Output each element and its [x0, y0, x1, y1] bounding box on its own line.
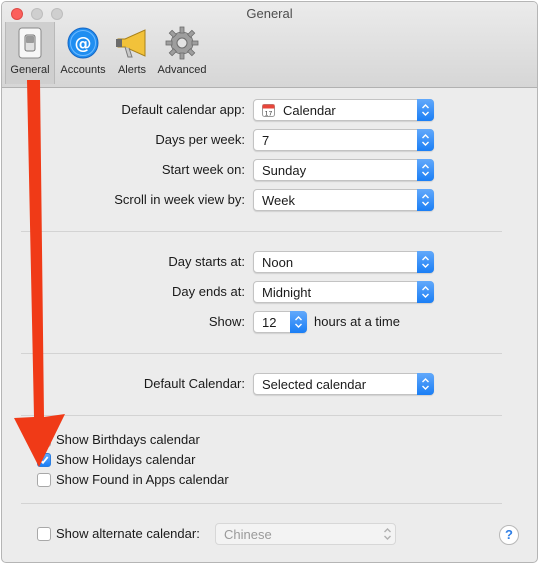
birthdays-checkbox[interactable] [37, 433, 51, 447]
birthdays-checkbox-label[interactable]: Show Birthdays calendar [56, 432, 200, 447]
found-in-apps-checkbox-label[interactable]: Show Found in Apps calendar [56, 472, 229, 487]
tab-general-label: General [10, 64, 50, 76]
alternate-calendar-popup[interactable]: Chinese [215, 523, 396, 545]
show-hours-suffix: hours at a time [314, 314, 400, 329]
default-app-label: Default calendar app: [121, 102, 245, 117]
at-sign-icon: @ [67, 27, 99, 59]
default-calendar-label: Default Calendar: [143, 376, 245, 391]
found-in-apps-checkbox[interactable] [37, 473, 51, 487]
show-hours-label: Show: [208, 314, 245, 329]
days-per-week-popup[interactable]: 7 [253, 129, 434, 151]
popup-stepper-icon [417, 373, 434, 395]
day-ends-label: Day ends at: [172, 284, 245, 299]
tab-alerts[interactable]: Alerts [112, 22, 152, 84]
checkmark-icon [39, 456, 49, 465]
days-per-week-value: 7 [262, 133, 270, 148]
alternate-calendar-checkbox-label[interactable]: Show alternate calendar: [56, 526, 200, 541]
alternate-calendar-value: Chinese [224, 527, 272, 542]
popup-stepper-icon [379, 523, 396, 545]
general-pane: Default calendar app: 17 Calendar Days p… [2, 88, 537, 562]
scroll-week-label: Scroll in week view by: [114, 192, 245, 207]
popup-stepper-icon [417, 129, 434, 151]
scroll-week-value: Week [262, 193, 295, 208]
megaphone-icon [116, 29, 146, 58]
day-starts-label: Day starts at: [168, 254, 245, 269]
day-starts-value: Noon [262, 255, 294, 270]
tab-general[interactable]: General [5, 22, 55, 84]
show-hours-popup[interactable]: 12 [253, 311, 307, 333]
separator [21, 503, 502, 504]
popup-stepper-icon [417, 251, 434, 273]
default-calendar-popup[interactable]: Selected calendar [253, 373, 434, 395]
svg-text:@: @ [75, 34, 92, 54]
tab-advanced-label: Advanced [157, 64, 207, 76]
tab-accounts-label: Accounts [60, 64, 106, 76]
default-app-popup[interactable]: 17 Calendar [253, 99, 434, 121]
svg-text:17: 17 [265, 111, 273, 118]
start-week-label: Start week on: [161, 162, 245, 177]
calendar-app-icon: 17 [262, 104, 275, 117]
scroll-week-popup[interactable]: Week [253, 189, 434, 211]
alternate-calendar-checkbox[interactable] [37, 527, 51, 541]
tab-advanced[interactable]: Advanced [154, 22, 210, 84]
show-hours-value: 12 [262, 315, 277, 330]
start-week-value: Sunday [262, 163, 307, 178]
popup-stepper-icon [417, 99, 434, 121]
popup-stepper-icon [417, 159, 434, 181]
tab-alerts-label: Alerts [117, 64, 147, 76]
default-calendar-value: Selected calendar [262, 377, 367, 392]
switch-icon [18, 27, 42, 59]
popup-stepper-icon [417, 189, 434, 211]
popup-stepper-icon [290, 311, 307, 333]
separator [21, 415, 502, 416]
popup-stepper-icon [417, 281, 434, 303]
separator [21, 353, 502, 354]
separator [21, 231, 502, 232]
default-app-value: Calendar [283, 103, 336, 118]
day-starts-popup[interactable]: Noon [253, 251, 434, 273]
help-button[interactable]: ? [499, 525, 519, 545]
holidays-checkbox-label[interactable]: Show Holidays calendar [56, 452, 195, 467]
day-ends-value: Midnight [262, 285, 312, 300]
start-week-popup[interactable]: Sunday [253, 159, 434, 181]
titlebar: General General @ Accounts Alerts Advanc… [2, 2, 537, 88]
tab-accounts[interactable]: @ Accounts [56, 22, 110, 84]
preferences-window: General General @ Accounts Alerts Advanc… [1, 1, 538, 563]
day-ends-popup[interactable]: Midnight [253, 281, 434, 303]
gear-icon [165, 26, 199, 60]
days-per-week-label: Days per week: [155, 132, 245, 147]
window-title: General [246, 6, 293, 21]
holidays-checkbox[interactable] [37, 453, 51, 467]
